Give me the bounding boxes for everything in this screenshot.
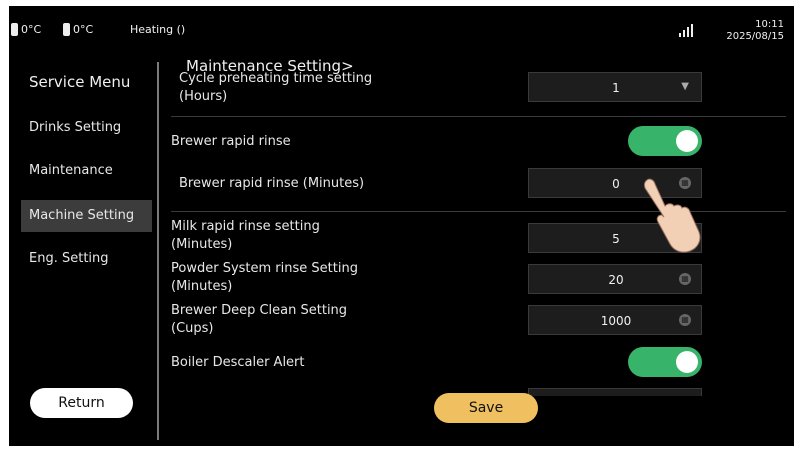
toggle-knob [676,351,698,373]
sidebar-item-machine-setting[interactable]: Machine Setting [21,200,152,232]
boiler-descaler-alert-toggle[interactable] [628,347,702,377]
pointing-hand-icon [643,178,701,253]
brewer-deep-clean-field[interactable]: 1000 ▦ [528,305,702,335]
keyboard-icon: ▦ [679,273,691,285]
thermometer-icon [11,23,18,36]
temperature-1: 0°C [11,23,41,36]
setting-label-brewer-rapid-rinse: Brewer rapid rinse [171,134,291,149]
row-divider [171,116,786,117]
heating-status-text: Heating () [130,23,186,36]
setting-label-line: (Minutes) [171,279,233,294]
temperature-2: 0°C [63,23,93,36]
brewer-rapid-rinse-toggle[interactable] [628,126,702,156]
sidebar-item-maintenance[interactable]: Maintenance [21,155,152,187]
setting-label-brewer-rapid-rinse-minutes: Brewer rapid rinse (Minutes) [179,176,365,191]
setting-label-line: (Minutes) [171,237,233,252]
next-setting-field-partial[interactable] [528,388,702,396]
setting-label-line: Powder System rinse Setting [171,261,358,276]
setting-label-line: Milk rapid rinse setting [171,219,320,234]
return-button[interactable]: Return [30,388,133,418]
setting-label-brewer-deep-clean: Brewer Deep Clean Setting (Cups) [171,302,347,338]
temperature-1-value: 0°C [21,23,42,36]
sidebar-item-eng-setting[interactable]: Eng. Setting [21,243,152,275]
temperature-2-value: 0°C [73,23,94,36]
toggle-knob [676,130,698,152]
sidebar: Service Menu Drinks Setting Maintenance … [9,56,156,441]
save-button[interactable]: Save [434,393,538,423]
clock-time: 10:11 [755,19,784,30]
setting-label-boiler-descaler-alert: Boiler Descaler Alert [171,355,305,370]
setting-label-milk-rapid-rinse: Milk rapid rinse setting (Minutes) [171,218,320,254]
cycle-preheating-dropdown[interactable]: 1 ▼ [528,72,702,102]
sidebar-divider [157,62,159,440]
chevron-down-icon: ▼ [681,81,689,92]
setting-label-line: (Hours) [179,89,228,104]
dropdown-value: 1 [612,81,620,95]
thermometer-icon [63,23,70,36]
heating-status: Heating () [130,23,185,36]
keyboard-icon: ▦ [679,314,691,326]
setting-label-line: Brewer Deep Clean Setting [171,303,348,318]
clock-date: 2025/08/15 [726,31,784,42]
powder-system-rinse-field[interactable]: 20 ▦ [528,264,702,294]
signal-icon [679,24,693,37]
setting-label-cycle-preheating: Cycle preheating time setting (Hours) [179,70,372,106]
device-screen: 0°C 0°C Heating () 10:11 2025/08/15 Serv… [9,6,794,446]
clock: 10:11 2025/08/15 [726,19,784,43]
status-bar: 0°C 0°C Heating () 10:11 2025/08/15 [9,6,794,56]
setting-label-line: (Cups) [171,321,214,336]
setting-label-line: Cycle preheating time setting [179,71,373,86]
sidebar-item-drinks-setting[interactable]: Drinks Setting [21,112,152,144]
field-value: 20 [608,273,624,287]
field-value: 1000 [600,314,632,328]
setting-label-powder-system-rinse: Powder System rinse Setting (Minutes) [171,260,358,296]
sidebar-title: Service Menu [29,73,131,91]
